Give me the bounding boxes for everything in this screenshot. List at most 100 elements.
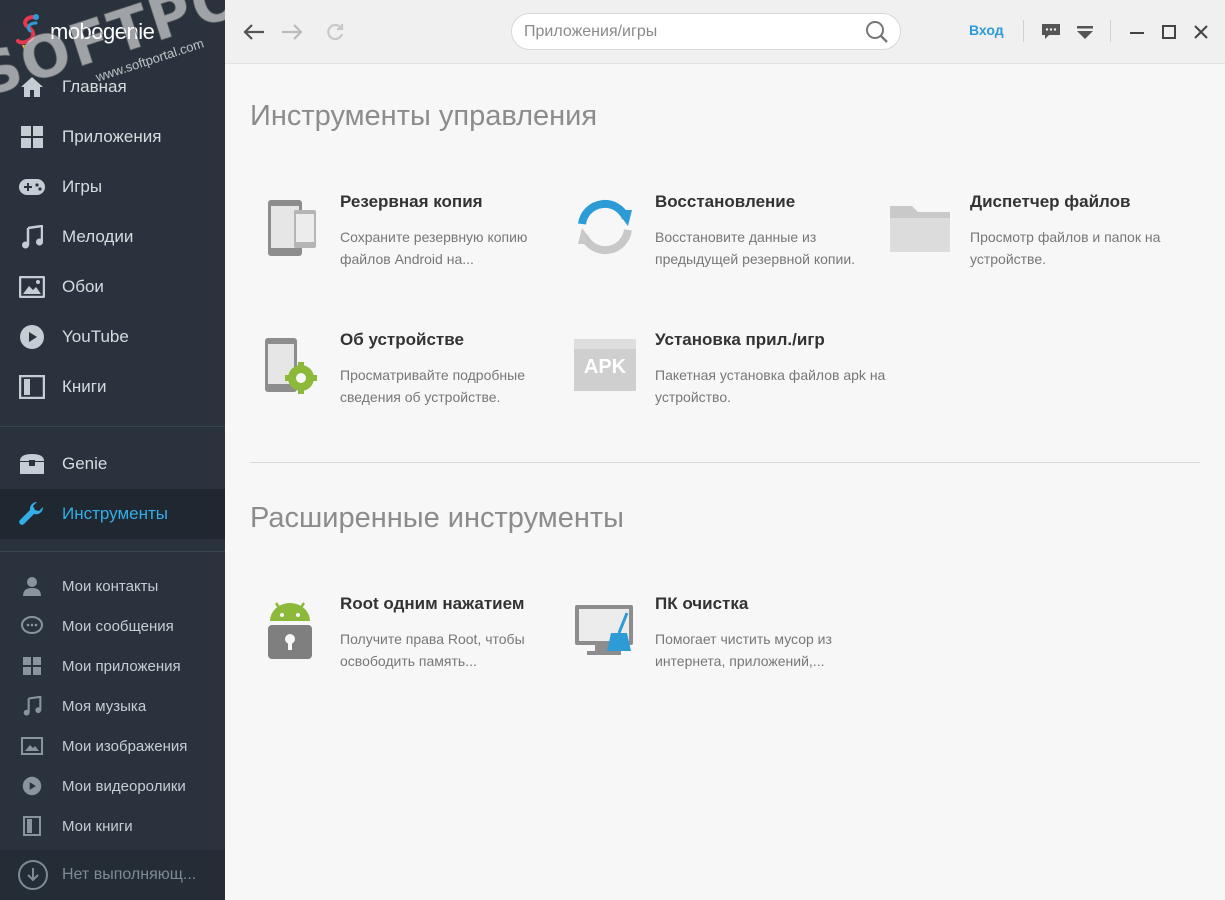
- sidebar-item-label: Мои книги: [62, 817, 133, 835]
- sidebar-item-label: Мои приложения: [62, 657, 181, 675]
- sidebar-item-label: Моя музыка: [62, 697, 147, 715]
- tool-description: Просмотр файлов и папок на устройстве.: [970, 229, 1161, 267]
- close-icon: [1194, 25, 1208, 39]
- sidebar-item-label: Игры: [62, 177, 103, 196]
- tool-title: Установка прил./игр: [655, 330, 825, 349]
- sidebar-item-youtube[interactable]: YouTube: [0, 312, 225, 362]
- task-status-label: Нет выполняющ...: [62, 866, 197, 883]
- task-status-bar[interactable]: Нет выполняющ...: [0, 850, 225, 900]
- search-icon[interactable]: [862, 17, 892, 47]
- menu-dropdown-button[interactable]: [1071, 18, 1099, 46]
- sidebar-item-my-messages[interactable]: Мои сообщения: [0, 606, 225, 646]
- minimize-icon: [1130, 32, 1144, 34]
- phone-backup-icon: [255, 192, 325, 262]
- sidebar: mobogenie Главная Приложения Игры Мелоди…: [0, 0, 225, 900]
- tool-device-info[interactable]: Об устройстве Просматривайте подробные с…: [255, 330, 555, 430]
- tool-description: Пакетная установка файлов apk на устройс…: [655, 367, 886, 405]
- advanced-tools-title: Расширенные инструменты: [250, 502, 624, 534]
- sidebar-item-label: Мои изображения: [62, 737, 188, 755]
- toolbar-separator: [1110, 20, 1111, 42]
- android-lock-icon: [255, 594, 325, 664]
- search-box: [511, 13, 901, 50]
- refresh-button[interactable]: [320, 17, 350, 47]
- tool-description: Помогает чистить мусор из интернета, при…: [655, 631, 832, 669]
- device-settings-icon: [255, 330, 325, 400]
- wallpaper-icon: [18, 273, 46, 301]
- apk-icon-label: APK: [583, 356, 627, 378]
- play-icon: [18, 323, 46, 351]
- sidebar-divider: [0, 551, 225, 552]
- tool-title: Восстановление: [655, 192, 796, 211]
- tool-title: Резервная копия: [340, 192, 483, 211]
- toolbar-separator: [1023, 20, 1024, 42]
- arrow-left-icon: [243, 24, 264, 40]
- sidebar-item-apps[interactable]: Приложения: [0, 112, 225, 162]
- tool-one-click-root[interactable]: Root одним нажатием Получите права Root,…: [255, 594, 555, 694]
- sidebar-item-label: Мои сообщения: [62, 617, 174, 635]
- sidebar-item-my-apps[interactable]: Мои приложения: [0, 646, 225, 686]
- arrow-right-icon: [282, 24, 303, 40]
- sidebar-item-label: Книги: [62, 377, 107, 396]
- book-icon: [18, 373, 46, 401]
- restore-arrows-icon: [570, 192, 640, 262]
- tool-title: ПК очистка: [655, 594, 749, 613]
- maximize-icon: [1162, 25, 1176, 39]
- top-toolbar: Вход: [225, 0, 1225, 64]
- sidebar-item-tools[interactable]: Инструменты: [0, 489, 225, 539]
- tools-page: Инструменты управления Резервная копия С…: [225, 64, 1225, 900]
- tool-apk-install[interactable]: APK Установка прил./игр Пакетная установ…: [570, 330, 885, 430]
- music-note-icon: [18, 694, 46, 718]
- tool-description: Получите права Root, чтобы освободить па…: [340, 631, 525, 669]
- sidebar-item-label: Обои: [62, 277, 104, 296]
- sidebar-item-my-videos[interactable]: Мои видеоролики: [0, 766, 225, 806]
- play-icon: [18, 774, 46, 798]
- apk-box: APK: [574, 339, 636, 391]
- sidebar-item-games[interactable]: Игры: [0, 162, 225, 212]
- tool-restore[interactable]: Восстановление Восстановите данные из пр…: [570, 192, 870, 292]
- apps-grid-icon: [18, 123, 46, 151]
- minimize-button[interactable]: [1123, 18, 1151, 46]
- section-divider: [250, 462, 1200, 463]
- wrench-icon: [18, 500, 46, 528]
- tool-pc-cleaner[interactable]: ПК очистка Помогает чистить мусор из инт…: [570, 594, 870, 694]
- tool-description: Просматривайте подробные сведения об уст…: [340, 367, 525, 405]
- sidebar-item-wallpapers[interactable]: Обои: [0, 262, 225, 312]
- chest-icon: [18, 450, 46, 478]
- sidebar-item-my-music[interactable]: Моя музыка: [0, 686, 225, 726]
- sidebar-item-my-books[interactable]: Мои книги: [0, 806, 225, 846]
- sidebar-item-label: Genie: [62, 454, 108, 473]
- sidebar-item-books[interactable]: Книги: [0, 362, 225, 412]
- tool-backup[interactable]: Резервная копия Сохраните резервную копи…: [255, 192, 555, 292]
- tool-file-manager[interactable]: Диспетчер файлов Просмотр файлов и папок…: [885, 192, 1185, 292]
- contact-icon: [18, 574, 46, 598]
- menu-down-icon: [1077, 26, 1093, 39]
- app-logo[interactable]: mobogenie: [16, 12, 155, 52]
- forward-button[interactable]: [277, 17, 307, 47]
- sidebar-item-home[interactable]: Главная: [0, 62, 225, 112]
- feedback-button[interactable]: [1037, 18, 1065, 46]
- sidebar-item-label: Мелодии: [62, 227, 134, 246]
- sidebar-item-ringtones[interactable]: Мелодии: [0, 212, 225, 262]
- back-button[interactable]: [239, 17, 269, 47]
- sidebar-item-label: Приложения: [62, 127, 162, 146]
- message-icon: [18, 614, 46, 638]
- sidebar-item-my-images[interactable]: Мои изображения: [0, 726, 225, 766]
- sidebar-item-my-contacts[interactable]: Мои контакты: [0, 566, 225, 606]
- sub-nav: Мои контакты Мои сообщения Мои приложени…: [0, 566, 225, 846]
- login-link[interactable]: Вход: [969, 22, 1004, 38]
- sidebar-item-genie[interactable]: Genie: [0, 439, 225, 489]
- search-input[interactable]: [524, 22, 862, 41]
- folder-icon: [885, 192, 955, 262]
- maximize-button[interactable]: [1155, 18, 1183, 46]
- download-icon: [18, 860, 48, 890]
- tool-title: Root одним нажатием: [340, 594, 525, 613]
- sidebar-item-label: Инструменты: [62, 504, 169, 523]
- main-nav: Главная Приложения Игры Мелодии Обои You…: [0, 62, 225, 846]
- close-button[interactable]: [1187, 18, 1215, 46]
- tool-description: Сохраните резервную копию файлов Android…: [340, 229, 528, 267]
- home-icon: [18, 73, 46, 101]
- sidebar-item-label: Мои видеоролики: [62, 777, 186, 795]
- mobogenie-logo-icon: [16, 14, 39, 50]
- monitor-broom-icon: [570, 594, 640, 664]
- sidebar-item-label: Главная: [62, 77, 127, 96]
